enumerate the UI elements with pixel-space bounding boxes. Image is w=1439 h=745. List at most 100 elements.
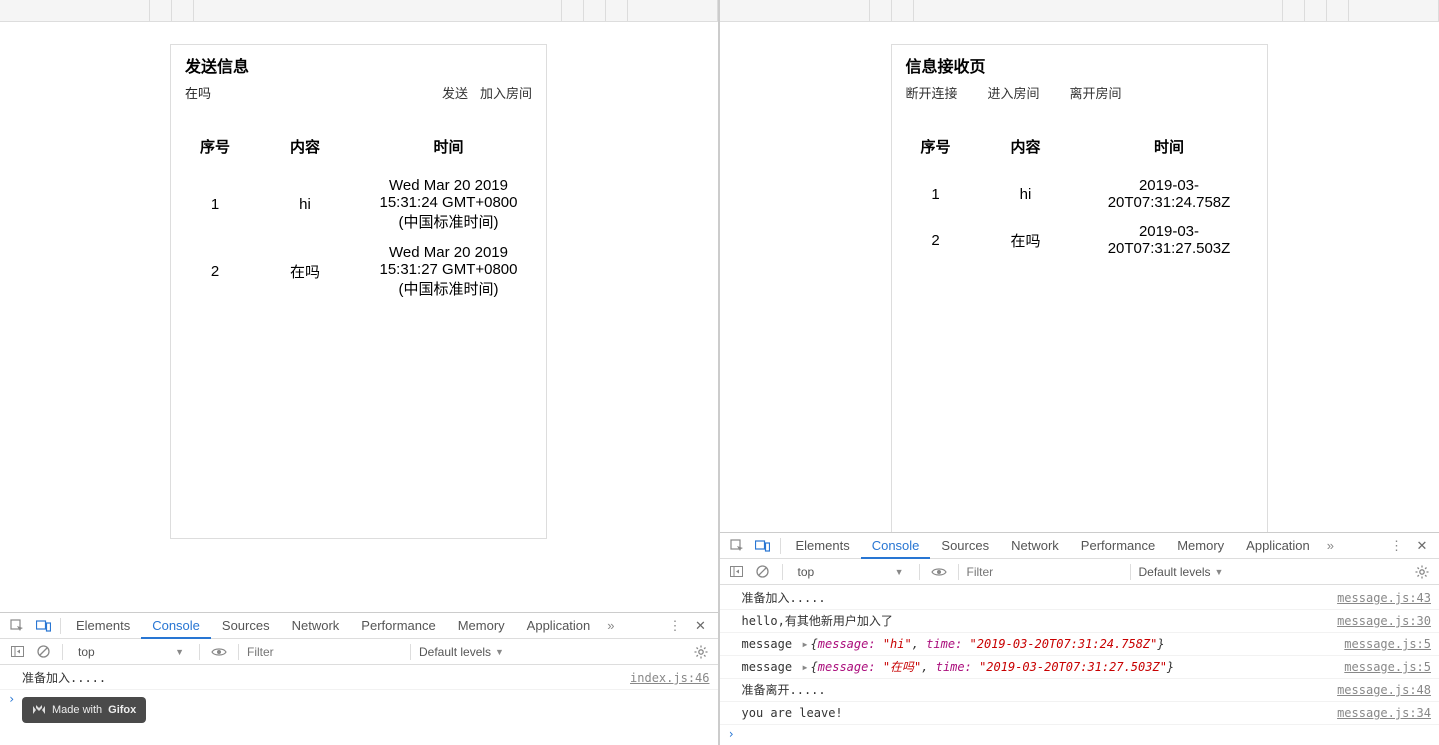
- table-row: 2 在吗 Wed Mar 20 2019 15:31:27 GMT+0800 (…: [185, 238, 532, 305]
- chevron-down-icon: ▼: [895, 567, 904, 577]
- console-line: message ▸{message: "hi", time: "2019-03-…: [720, 633, 1439, 656]
- console-msg: message ▸{message: "hi", time: "2019-03-…: [742, 635, 1345, 653]
- table-row: 1 hi Wed Mar 20 2019 15:31:24 GMT+0800 (…: [185, 171, 532, 238]
- context-value: top: [798, 565, 815, 579]
- tab-application[interactable]: Application: [516, 613, 602, 639]
- cell-time: 2019-03-20T07:31:24.758Z: [1086, 171, 1253, 217]
- console-source[interactable]: message.js:5: [1344, 635, 1431, 653]
- filter-input[interactable]: [247, 643, 402, 661]
- leave-room-button[interactable]: 离开房间: [1070, 83, 1122, 102]
- content-area-left: 发送信息 在吗 发送 加入房间 序号 内容 时间 1: [0, 22, 718, 612]
- close-icon[interactable]: ✕: [1409, 533, 1435, 559]
- devtools-left: Elements Console Sources Network Perform…: [0, 612, 718, 745]
- url-bar-right: [720, 0, 1439, 22]
- inspect-icon[interactable]: [724, 533, 750, 559]
- tabs-overflow-icon[interactable]: »: [1321, 538, 1340, 553]
- console-source[interactable]: message.js:5: [1344, 658, 1431, 676]
- badge-prefix: Made with: [52, 704, 102, 716]
- header-time: 时间: [365, 130, 532, 171]
- controls-right: 断开连接 进入房间 离开房间: [906, 83, 1253, 102]
- cell-index: 2: [185, 238, 245, 305]
- send-button[interactable]: 发送: [442, 83, 468, 102]
- console-line: hello,有其他新用户加入了message.js:30: [720, 610, 1439, 633]
- levels-value: Default levels: [419, 645, 491, 659]
- sidebar-toggle-icon[interactable]: [6, 641, 28, 663]
- received-messages-table: 序号 内容 时间 1 hi 2019-03-20T07:31:24.758Z 2…: [906, 130, 1253, 263]
- cell-content: 在吗: [245, 238, 365, 305]
- tabs-overflow-icon[interactable]: »: [601, 618, 620, 633]
- clear-console-icon[interactable]: [32, 641, 54, 663]
- tab-performance[interactable]: Performance: [1070, 533, 1166, 559]
- console-output-right: 准备加入.....message.js:43hello,有其他新用户加入了mes…: [720, 585, 1439, 745]
- close-icon[interactable]: ✕: [688, 613, 714, 639]
- console-toolbar: top ▼ Default levels ▼: [0, 639, 718, 665]
- levels-value: Default levels: [1139, 565, 1211, 579]
- gear-icon[interactable]: [1411, 561, 1433, 583]
- message-input[interactable]: 在吗: [185, 83, 285, 102]
- controls-left: 在吗 发送 加入房间: [185, 83, 532, 102]
- eye-icon[interactable]: [208, 641, 230, 663]
- tab-memory[interactable]: Memory: [1166, 533, 1235, 559]
- cell-content: hi: [245, 171, 365, 238]
- console-line: message ▸{message: "在吗", time: "2019-03-…: [720, 656, 1439, 679]
- console-source[interactable]: message.js:30: [1337, 612, 1431, 630]
- console-msg: message ▸{message: "在吗", time: "2019-03-…: [742, 658, 1345, 676]
- console-prompt[interactable]: ›: [720, 725, 1439, 743]
- clear-console-icon[interactable]: [752, 561, 774, 583]
- gifox-badge: Made with Gifox: [22, 697, 146, 723]
- console-source[interactable]: message.js:34: [1337, 704, 1431, 722]
- gifox-icon: [32, 703, 46, 717]
- header-content: 内容: [966, 130, 1086, 171]
- console-msg: you are leave!: [742, 704, 1338, 722]
- device-mode-icon[interactable]: [30, 613, 56, 639]
- console-msg: 准备离开.....: [742, 681, 1338, 699]
- tab-network[interactable]: Network: [1000, 533, 1070, 559]
- enter-room-button[interactable]: 进入房间: [988, 83, 1040, 102]
- devtools-tab-bar: Elements Console Sources Network Perform…: [720, 533, 1439, 559]
- url-bar-left: [0, 0, 718, 22]
- devtools-menu-icon[interactable]: ⋮: [663, 618, 688, 634]
- context-select[interactable]: top ▼: [71, 642, 191, 662]
- badge-brand: Gifox: [108, 704, 136, 716]
- receive-message-card: 信息接收页 断开连接 进入房间 离开房间 序号 内容 时间 1 h: [891, 44, 1268, 532]
- tab-application[interactable]: Application: [1235, 533, 1321, 559]
- tab-console[interactable]: Console: [861, 533, 931, 559]
- levels-select[interactable]: Default levels ▼: [419, 645, 504, 659]
- pane-left: 发送信息 在吗 发送 加入房间 序号 内容 时间 1: [0, 0, 720, 745]
- header-index: 序号: [185, 130, 245, 171]
- filter-input[interactable]: [967, 563, 1122, 581]
- inspect-icon[interactable]: [4, 613, 30, 639]
- device-mode-icon[interactable]: [750, 533, 776, 559]
- cell-index: 1: [185, 171, 245, 238]
- console-line: 准备加入..... index.js:46: [0, 667, 718, 690]
- levels-select[interactable]: Default levels ▼: [1139, 565, 1224, 579]
- card-title-left: 发送信息: [185, 53, 532, 77]
- gear-icon[interactable]: [690, 641, 712, 663]
- devtools-menu-icon[interactable]: ⋮: [1384, 538, 1409, 554]
- sidebar-toggle-icon[interactable]: [726, 561, 748, 583]
- tab-performance[interactable]: Performance: [350, 613, 446, 639]
- tab-sources[interactable]: Sources: [211, 613, 281, 639]
- console-line: you are leave!message.js:34: [720, 702, 1439, 725]
- eye-icon[interactable]: [928, 561, 950, 583]
- console-source[interactable]: index.js:46: [630, 669, 709, 687]
- console-source[interactable]: message.js:48: [1337, 681, 1431, 699]
- tab-elements[interactable]: Elements: [785, 533, 861, 559]
- tab-sources[interactable]: Sources: [930, 533, 1000, 559]
- sent-messages-table: 序号 内容 时间 1 hi Wed Mar 20 2019 15:31:24 G…: [185, 130, 532, 305]
- console-line: 准备离开.....message.js:48: [720, 679, 1439, 702]
- console-source[interactable]: message.js:43: [1337, 589, 1431, 607]
- tab-elements[interactable]: Elements: [65, 613, 141, 639]
- chevron-down-icon: ▼: [175, 647, 184, 657]
- context-select[interactable]: top ▼: [791, 562, 911, 582]
- tab-console[interactable]: Console: [141, 613, 211, 639]
- join-room-button[interactable]: 加入房间: [480, 83, 532, 102]
- chevron-down-icon: ▼: [1215, 567, 1224, 577]
- pane-right: 信息接收页 断开连接 进入房间 离开房间 序号 内容 时间 1 h: [720, 0, 1439, 745]
- table-row: 1 hi 2019-03-20T07:31:24.758Z: [906, 171, 1253, 217]
- header-content: 内容: [245, 130, 365, 171]
- tab-memory[interactable]: Memory: [447, 613, 516, 639]
- disconnect-button[interactable]: 断开连接: [906, 83, 958, 102]
- console-msg: hello,有其他新用户加入了: [742, 612, 1338, 630]
- tab-network[interactable]: Network: [281, 613, 351, 639]
